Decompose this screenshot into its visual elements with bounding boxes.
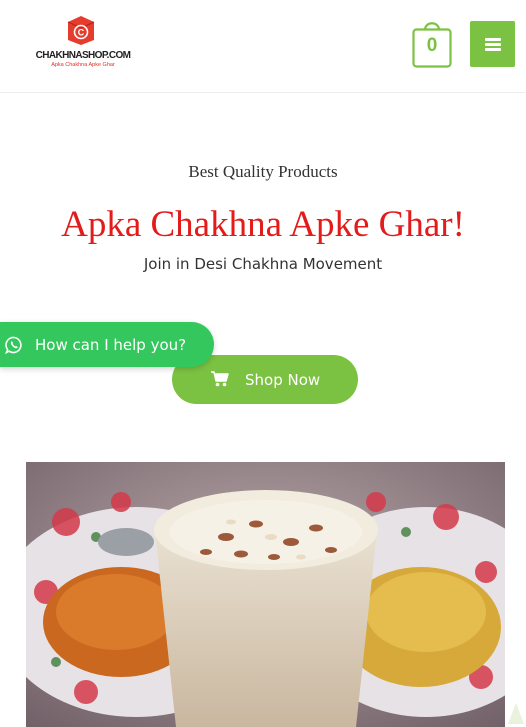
whatsapp-icon [5,336,22,354]
site-header: C CHAKHNASHOP.COM Apka Chakhna Apke Ghar… [0,0,526,93]
site-logo[interactable]: C CHAKHNASHOP.COM Apka Chakhna Apke Ghar [30,14,136,70]
hero-tagline: Join in Desi Chakhna Movement [143,255,383,273]
cart-count: 0 [426,35,438,56]
cart-button[interactable]: 0 [412,17,452,68]
hero-headline: Apka Chakhna Apke Ghar! [61,204,465,245]
whatsapp-chat-label: How can I help you? [35,336,187,354]
menu-button[interactable] [470,21,515,67]
kheer-photo [26,462,505,727]
logo-name: CHAKHNASHOP.COM [35,50,131,61]
whatsapp-chat-button[interactable]: How can I help you? [0,322,214,367]
logo-icon: C [67,16,95,45]
featured-product-image [26,462,505,727]
scroll-hint-icon [508,703,524,724]
cart-icon [211,371,229,387]
hero-subtitle: Best Quality Products [188,162,338,181]
hamburger-icon-bar [485,48,501,51]
shop-now-label: Shop Now [245,371,321,389]
hamburger-icon-bar [485,43,501,46]
logo-tagline: Apka Chakhna Apke Ghar [51,62,115,68]
hamburger-icon [485,38,501,41]
svg-text:C: C [78,28,85,38]
